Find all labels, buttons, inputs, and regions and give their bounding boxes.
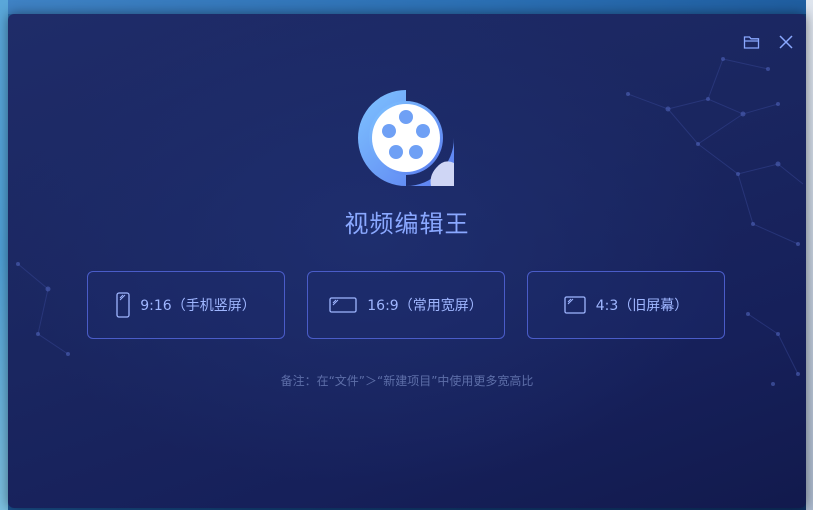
ratio-4-3-button[interactable]: 4:3（旧屏幕） xyxy=(527,271,725,339)
desktop-background-right xyxy=(806,0,813,510)
aspect-ratio-note: 备注：在“文件”＞“新建项目”中使用更多宽高比 xyxy=(280,374,534,388)
close-icon xyxy=(779,35,793,49)
app-title: 视频编辑王 xyxy=(344,210,470,238)
ratio-9-16-button[interactable]: 9:16（手机竖屏） xyxy=(87,271,285,339)
widescreen-icon xyxy=(329,297,357,313)
ratio-16-9-label: 16:9（常用宽屏） xyxy=(367,298,483,314)
ratio-4-3-label: 4:3（旧屏幕） xyxy=(595,298,689,314)
standard-screen-icon xyxy=(564,296,586,314)
open-folder-button[interactable] xyxy=(742,32,762,52)
app-logo xyxy=(358,90,454,186)
desktop-background-top xyxy=(0,0,813,14)
ratio-9-16-label: 9:16（手机竖屏） xyxy=(140,298,256,314)
portrait-screen-icon xyxy=(116,292,130,318)
close-button[interactable] xyxy=(776,32,796,52)
desktop-background-left xyxy=(0,0,8,510)
app-window: 视频编辑王 9:16（手机竖屏） 16:9（常用宽屏） 4:3（旧屏幕） 备注：… xyxy=(8,14,806,508)
ratio-16-9-button[interactable]: 16:9（常用宽屏） xyxy=(307,271,505,339)
folder-open-icon xyxy=(743,36,760,49)
